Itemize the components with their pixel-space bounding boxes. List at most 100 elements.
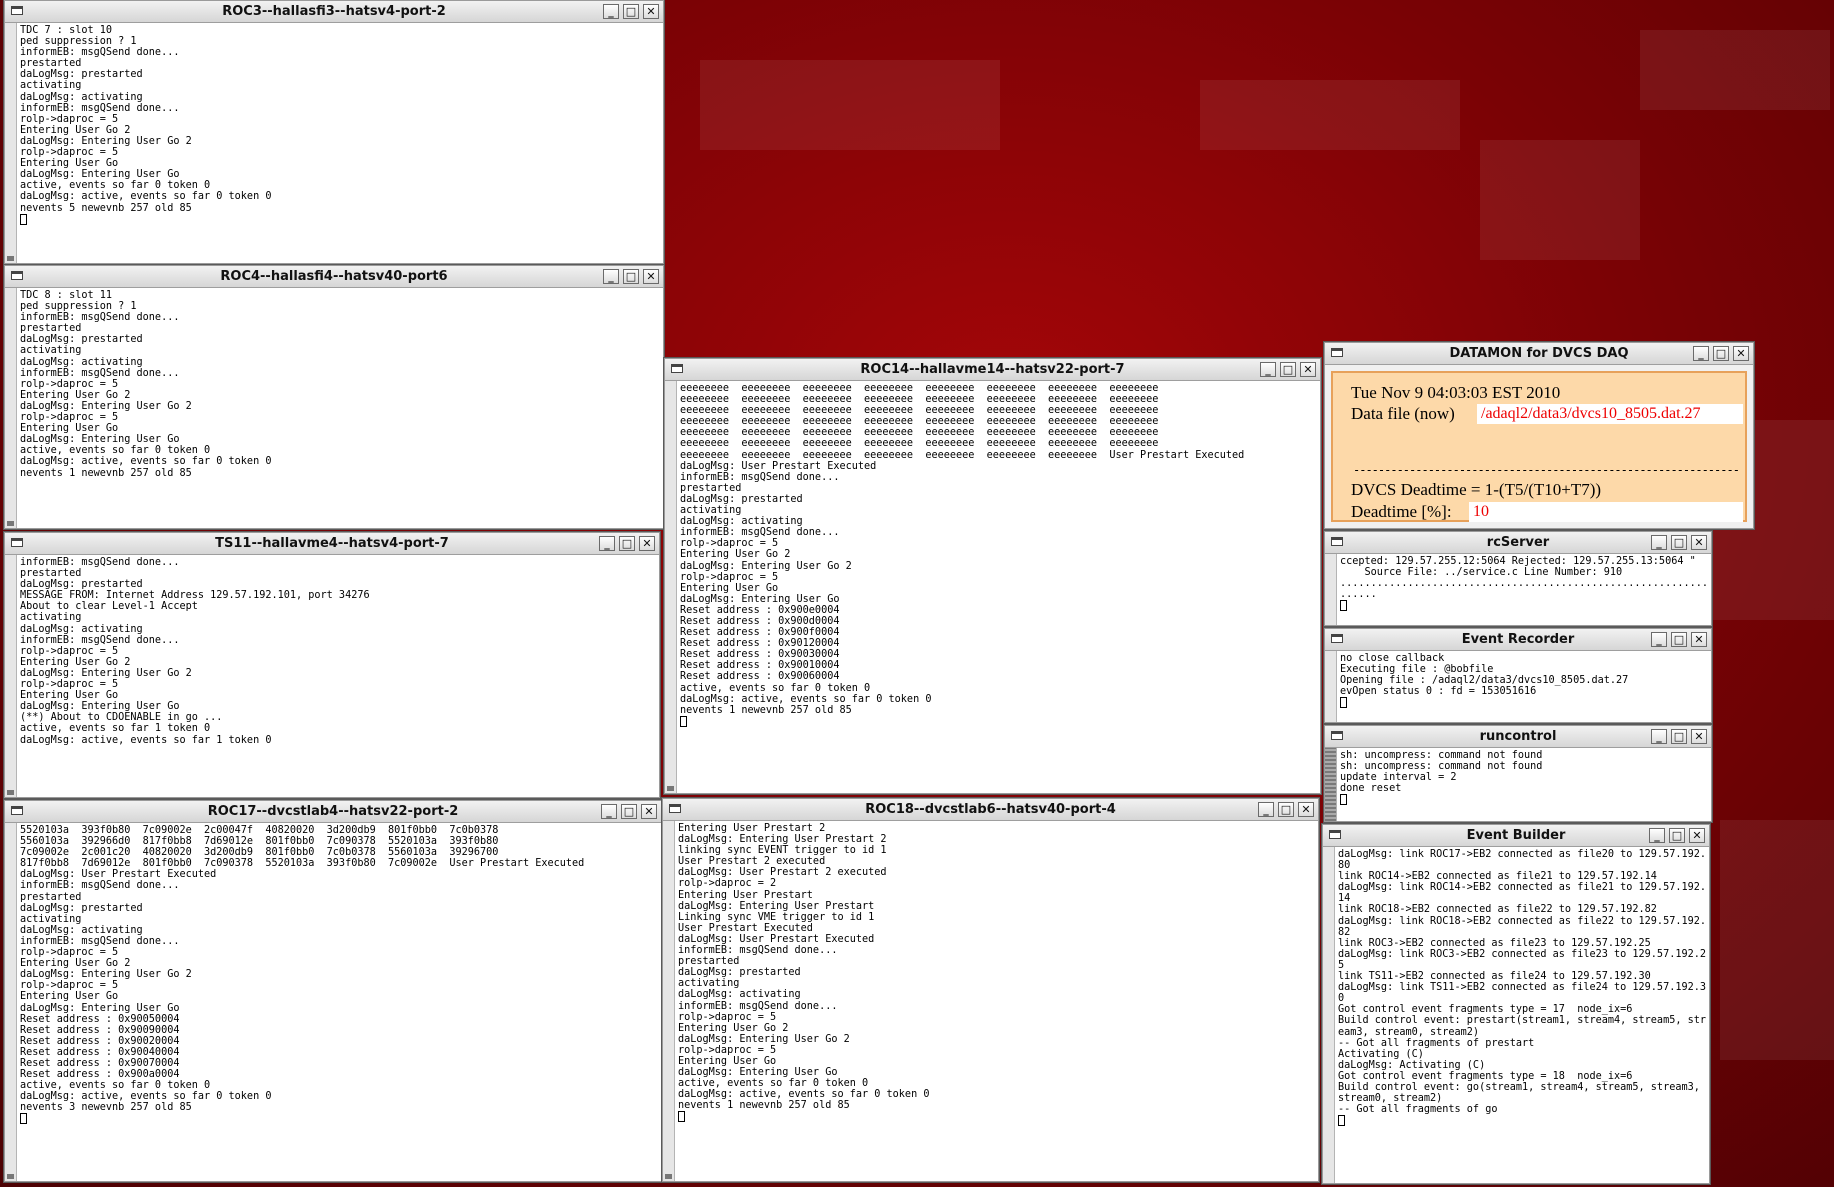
roc4-window[interactable]: ROC4--hallasfi4--hatsv40-port6 _ □ ✕ TDC…	[4, 265, 664, 529]
terminal-output: TDC 8 : slot 11 ped suppression ? 1 info…	[20, 290, 272, 479]
maximize-button[interactable]: □	[621, 804, 637, 819]
terminal-output: ccepted: 129.57.255.12:5064 Rejected: 12…	[1340, 556, 1709, 625]
roc17-titlebar[interactable]: ROC17--dvcstlab4--hatsv22-port-2 _ □ ✕	[5, 801, 661, 823]
scrollbar[interactable]	[1325, 554, 1337, 625]
close-button[interactable]: ✕	[1733, 346, 1749, 361]
terminal-output: 5520103a 393f0b80 7c09002e 2c00047f 4082…	[20, 825, 659, 1181]
event-builder-window[interactable]: Event Builder _ □ ✕ daLogMsg: link ROC17…	[1322, 824, 1710, 1184]
maximize-button[interactable]: □	[619, 536, 635, 551]
datamon-titlebar[interactable]: DATAMON for DVCS DAQ _ □ ✕	[1325, 343, 1753, 365]
minimize-button[interactable]: _	[603, 269, 619, 284]
text-cursor	[1340, 697, 1347, 709]
maximize-button[interactable]: □	[1278, 802, 1294, 817]
terminal-output: TDC 7 : slot 10 ped suppression ? 1 info…	[20, 25, 661, 263]
minimize-button[interactable]: _	[1649, 828, 1665, 843]
terminal-output: no close callback Executing file : @bobf…	[1340, 653, 1709, 722]
deadtime-label: Deadtime [%]:	[1351, 502, 1452, 521]
maximize-button[interactable]: □	[623, 4, 639, 19]
roc18-window[interactable]: ROC18--dvcstlab6--hatsv40-port-4 _ □ ✕ E…	[662, 798, 1319, 1182]
close-button[interactable]: ✕	[1689, 828, 1705, 843]
close-button[interactable]: ✕	[1298, 802, 1314, 817]
minimize-button[interactable]: _	[1258, 802, 1274, 817]
minimize-button[interactable]: _	[603, 4, 619, 19]
minimize-button[interactable]: _	[599, 536, 615, 551]
scrollbar-thumb[interactable]	[665, 1174, 672, 1179]
minimize-button[interactable]: _	[601, 804, 617, 819]
desktop-decoration	[700, 60, 1000, 150]
event-recorder-titlebar[interactable]: Event Recorder _ □ ✕	[1325, 629, 1711, 651]
ts11-titlebar[interactable]: TS11--hallavme4--hatsv4-port-7 _ □ ✕	[5, 533, 659, 555]
close-button[interactable]: ✕	[639, 536, 655, 551]
rcserver-titlebar[interactable]: rcServer _ □ ✕	[1325, 532, 1711, 554]
scrollbar-thumb[interactable]	[7, 256, 14, 261]
minimize-button[interactable]: _	[1651, 632, 1667, 647]
scrollbar[interactable]	[663, 821, 675, 1181]
roc3-titlebar[interactable]: ROC3--hallasfi3--hatsv4-port-2 _ □ ✕	[5, 1, 663, 23]
close-button[interactable]: ✕	[643, 4, 659, 19]
window-title: ROC18--dvcstlab6--hatsv40-port-4	[865, 802, 1116, 817]
window-title: ROC17--dvcstlab4--hatsv22-port-2	[207, 804, 459, 819]
close-button[interactable]: ✕	[1691, 535, 1707, 550]
text-cursor	[680, 715, 687, 727]
runcontrol-titlebar[interactable]: runcontrol _ □ ✕	[1325, 726, 1711, 748]
close-button[interactable]: ✕	[1691, 729, 1707, 744]
scrollbar[interactable]	[5, 555, 17, 797]
runcontrol-window[interactable]: runcontrol _ □ ✕ sh: uncompress: command…	[1324, 725, 1712, 822]
maximize-button[interactable]: □	[623, 269, 639, 284]
ts11-window[interactable]: TS11--hallavme4--hatsv4-port-7 _ □ ✕ inf…	[4, 532, 660, 798]
maximize-button[interactable]: □	[1671, 632, 1687, 647]
window-title: DATAMON for DVCS DAQ	[1449, 346, 1629, 361]
window-title: TS11--hallavme4--hatsv4-port-7	[215, 536, 449, 551]
datafile-label: Data file (now)	[1351, 404, 1455, 423]
window-title: ROC3--hallasfi3--hatsv4-port-2	[222, 4, 446, 19]
scrollbar[interactable]	[5, 288, 17, 528]
desktop-decoration	[1720, 820, 1834, 1060]
roc14-titlebar[interactable]: ROC14--hallavme14--hatsv22-port-7 _ □ ✕	[665, 359, 1320, 381]
roc4-titlebar[interactable]: ROC4--hallasfi4--hatsv40-port6 _ □ ✕	[5, 266, 663, 288]
close-button[interactable]: ✕	[1300, 362, 1316, 377]
scrollbar[interactable]	[5, 23, 17, 263]
maximize-button[interactable]: □	[1713, 346, 1729, 361]
close-button[interactable]: ✕	[643, 269, 659, 284]
scrollbar-thumb[interactable]	[7, 790, 14, 795]
close-button[interactable]: ✕	[1691, 632, 1707, 647]
close-button[interactable]: ✕	[641, 804, 657, 819]
roc18-titlebar[interactable]: ROC18--dvcstlab6--hatsv40-port-4 _ □ ✕	[663, 799, 1318, 821]
text-cursor	[20, 1113, 27, 1125]
roc17-window[interactable]: ROC17--dvcstlab4--hatsv22-port-2 _ □ ✕ 5…	[4, 800, 662, 1182]
maximize-button[interactable]: □	[1671, 729, 1687, 744]
desktop-decoration	[1200, 80, 1460, 150]
roc3-window[interactable]: ROC3--hallasfi3--hatsv4-port-2 _ □ ✕ TDC…	[4, 0, 664, 264]
terminal-output: daLogMsg: link ROC17->EB2 connected as f…	[1338, 849, 1707, 1183]
text-cursor	[1338, 1115, 1345, 1127]
scrollbar[interactable]	[1323, 847, 1335, 1183]
maximize-button[interactable]: □	[1671, 535, 1687, 550]
scrollbar[interactable]	[5, 823, 17, 1181]
event-builder-titlebar[interactable]: Event Builder _ □ ✕	[1323, 825, 1709, 847]
minimize-button[interactable]: _	[1260, 362, 1276, 377]
minimize-button[interactable]: _	[1651, 729, 1667, 744]
window-title: ROC14--hallavme14--hatsv22-port-7	[860, 362, 1125, 377]
scrollbar-thumb[interactable]	[7, 1174, 14, 1179]
scrollbar[interactable]	[1325, 748, 1337, 821]
event-recorder-window[interactable]: Event Recorder _ □ ✕ no close callback E…	[1324, 628, 1712, 723]
datamon-datetime: Tue Nov 9 04:03:03 EST 2010	[1351, 383, 1561, 402]
datamon-window[interactable]: DATAMON for DVCS DAQ _ □ ✕ Tue Nov 9 04:…	[1324, 342, 1754, 529]
terminal-output: sh: uncompress: command not found sh: un…	[1340, 750, 1709, 821]
maximize-button[interactable]: □	[1280, 362, 1296, 377]
scrollbar-thumb[interactable]	[667, 786, 674, 791]
scrollbar[interactable]	[1325, 651, 1337, 722]
scrollbar[interactable]	[665, 381, 677, 793]
desktop-decoration	[1640, 30, 1830, 110]
maximize-button[interactable]: □	[1669, 828, 1685, 843]
terminal-output: eeeeeeee eeeeeeee eeeeeeee eeeeeeee eeee…	[680, 383, 1318, 793]
desktop-decoration	[1480, 140, 1640, 260]
minimize-button[interactable]: _	[1651, 535, 1667, 550]
deadtime-value: 10	[1469, 502, 1743, 522]
minimize-button[interactable]: _	[1693, 346, 1709, 361]
text-cursor	[20, 213, 27, 225]
rcserver-window[interactable]: rcServer _ □ ✕ ccepted: 129.57.255.12:50…	[1324, 531, 1712, 626]
scrollbar-thumb[interactable]	[7, 521, 14, 526]
roc14-window[interactable]: ROC14--hallavme14--hatsv22-port-7 _ □ ✕ …	[664, 358, 1321, 794]
datamon-panel: Tue Nov 9 04:03:03 EST 2010 Data file (n…	[1331, 371, 1747, 522]
